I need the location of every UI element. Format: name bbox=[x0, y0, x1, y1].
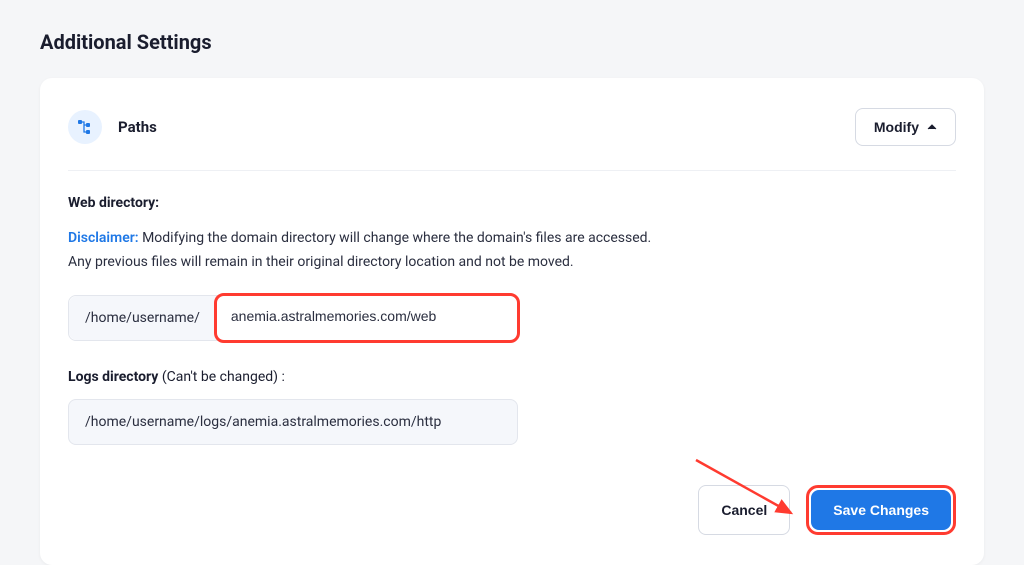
save-button[interactable]: Save Changes bbox=[811, 490, 951, 530]
web-directory-input-group: /home/username/ bbox=[68, 295, 518, 341]
web-directory-input[interactable] bbox=[217, 296, 517, 336]
logs-directory-value: /home/username/logs/anemia.astralmemorie… bbox=[68, 399, 518, 445]
settings-card: Paths Modify Web directory: Disclaimer: … bbox=[40, 78, 984, 565]
paths-icon bbox=[68, 110, 102, 144]
disclaimer-line1: Modifying the domain directory will chan… bbox=[139, 230, 652, 246]
logs-directory-label-strong: Logs directory bbox=[68, 369, 158, 385]
web-directory-section: Web directory: Disclaimer: Modifying the… bbox=[68, 171, 956, 535]
modify-button-label: Modify bbox=[874, 119, 919, 135]
logs-directory-label: Logs directory (Can't be changed) : bbox=[68, 369, 956, 385]
card-title: Paths bbox=[118, 118, 157, 136]
card-header: Paths Modify bbox=[68, 108, 956, 171]
web-directory-prefix: /home/username/ bbox=[69, 296, 217, 340]
logs-directory-label-note: (Can't be changed) : bbox=[158, 369, 285, 385]
cancel-button[interactable]: Cancel bbox=[698, 485, 790, 535]
web-directory-highlight bbox=[214, 293, 520, 343]
page-title: Additional Settings bbox=[40, 30, 984, 54]
save-button-highlight: Save Changes bbox=[806, 485, 956, 535]
disclaimer-label: Disclaimer: bbox=[68, 230, 139, 246]
modify-button[interactable]: Modify bbox=[855, 108, 956, 146]
disclaimer-text: Disclaimer: Modifying the domain directo… bbox=[68, 227, 956, 275]
tree-icon bbox=[77, 119, 93, 135]
web-directory-label: Web directory: bbox=[68, 195, 956, 211]
card-header-left: Paths bbox=[68, 110, 157, 144]
caret-up-icon bbox=[927, 124, 937, 130]
disclaimer-line2: Any previous files will remain in their … bbox=[68, 254, 574, 270]
actions-row: Cancel Save Changes bbox=[68, 485, 956, 535]
